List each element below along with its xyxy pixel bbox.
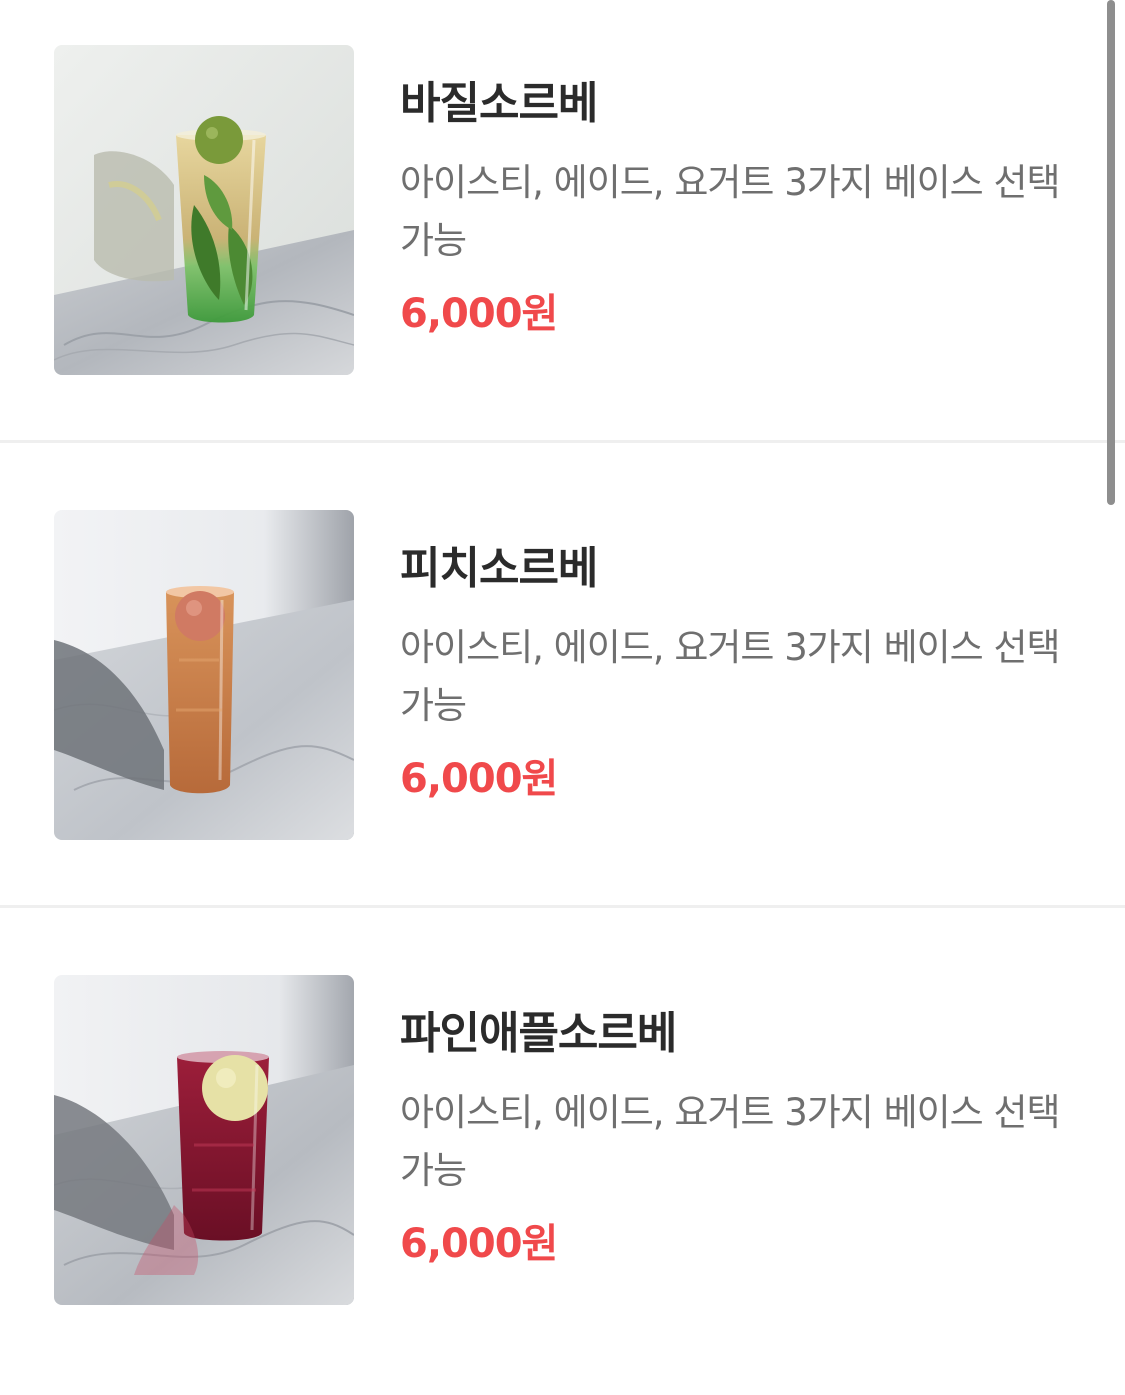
menu-item-description: 아이스티, 에이드, 요거트 3가지 베이스 선택가능	[400, 626, 1061, 727]
menu-item-info: 피치소르베 아이스티, 에이드, 요거트 3가지 베이스 선택가능 6,000원	[400, 537, 1080, 809]
pineapple-sorbet-drink-photo	[54, 975, 354, 1305]
menu-item-description: 아이스티, 에이드, 요거트 3가지 베이스 선택가능	[400, 161, 1061, 262]
menu-item-price: 6,000원	[400, 1221, 558, 1267]
menu-item[interactable]: 파인애플소르베 아이스티, 에이드, 요거트 3가지 베이스 선택가능 6,00…	[0, 930, 1125, 1395]
menu-item-name[interactable]: 파인애플소르베	[400, 1002, 1080, 1066]
menu-list: 바질소르베 아이스티, 에이드, 요거트 3가지 베이스 선택가능 6,000원	[0, 0, 1125, 1395]
menu-item-info: 파인애플소르베 아이스티, 에이드, 요거트 3가지 베이스 선택가능 6,00…	[400, 1002, 1080, 1274]
menu-item-name[interactable]: 피치소르베	[400, 537, 1080, 601]
menu-item[interactable]: 바질소르베 아이스티, 에이드, 요거트 3가지 베이스 선택가능 6,000원	[0, 0, 1125, 465]
basil-sorbet-drink-photo	[54, 45, 354, 375]
menu-item-price: 6,000원	[400, 291, 558, 337]
scrollbar[interactable]	[1107, 0, 1115, 505]
menu-item-photo[interactable]	[54, 45, 354, 375]
menu-item-name[interactable]: 바질소르베	[400, 72, 1080, 136]
menu-item-price: 6,000원	[400, 756, 558, 802]
menu-item-description: 아이스티, 에이드, 요거트 3가지 베이스 선택가능	[400, 1091, 1061, 1192]
menu-item-photo[interactable]	[54, 510, 354, 840]
menu-item[interactable]: 피치소르베 아이스티, 에이드, 요거트 3가지 베이스 선택가능 6,000원	[0, 465, 1125, 930]
divider	[0, 905, 1125, 908]
divider	[0, 440, 1125, 443]
menu-item-info: 바질소르베 아이스티, 에이드, 요거트 3가지 베이스 선택가능 6,000원	[400, 72, 1080, 344]
peach-sorbet-drink-photo	[54, 510, 354, 840]
menu-item-photo[interactable]	[54, 975, 354, 1305]
